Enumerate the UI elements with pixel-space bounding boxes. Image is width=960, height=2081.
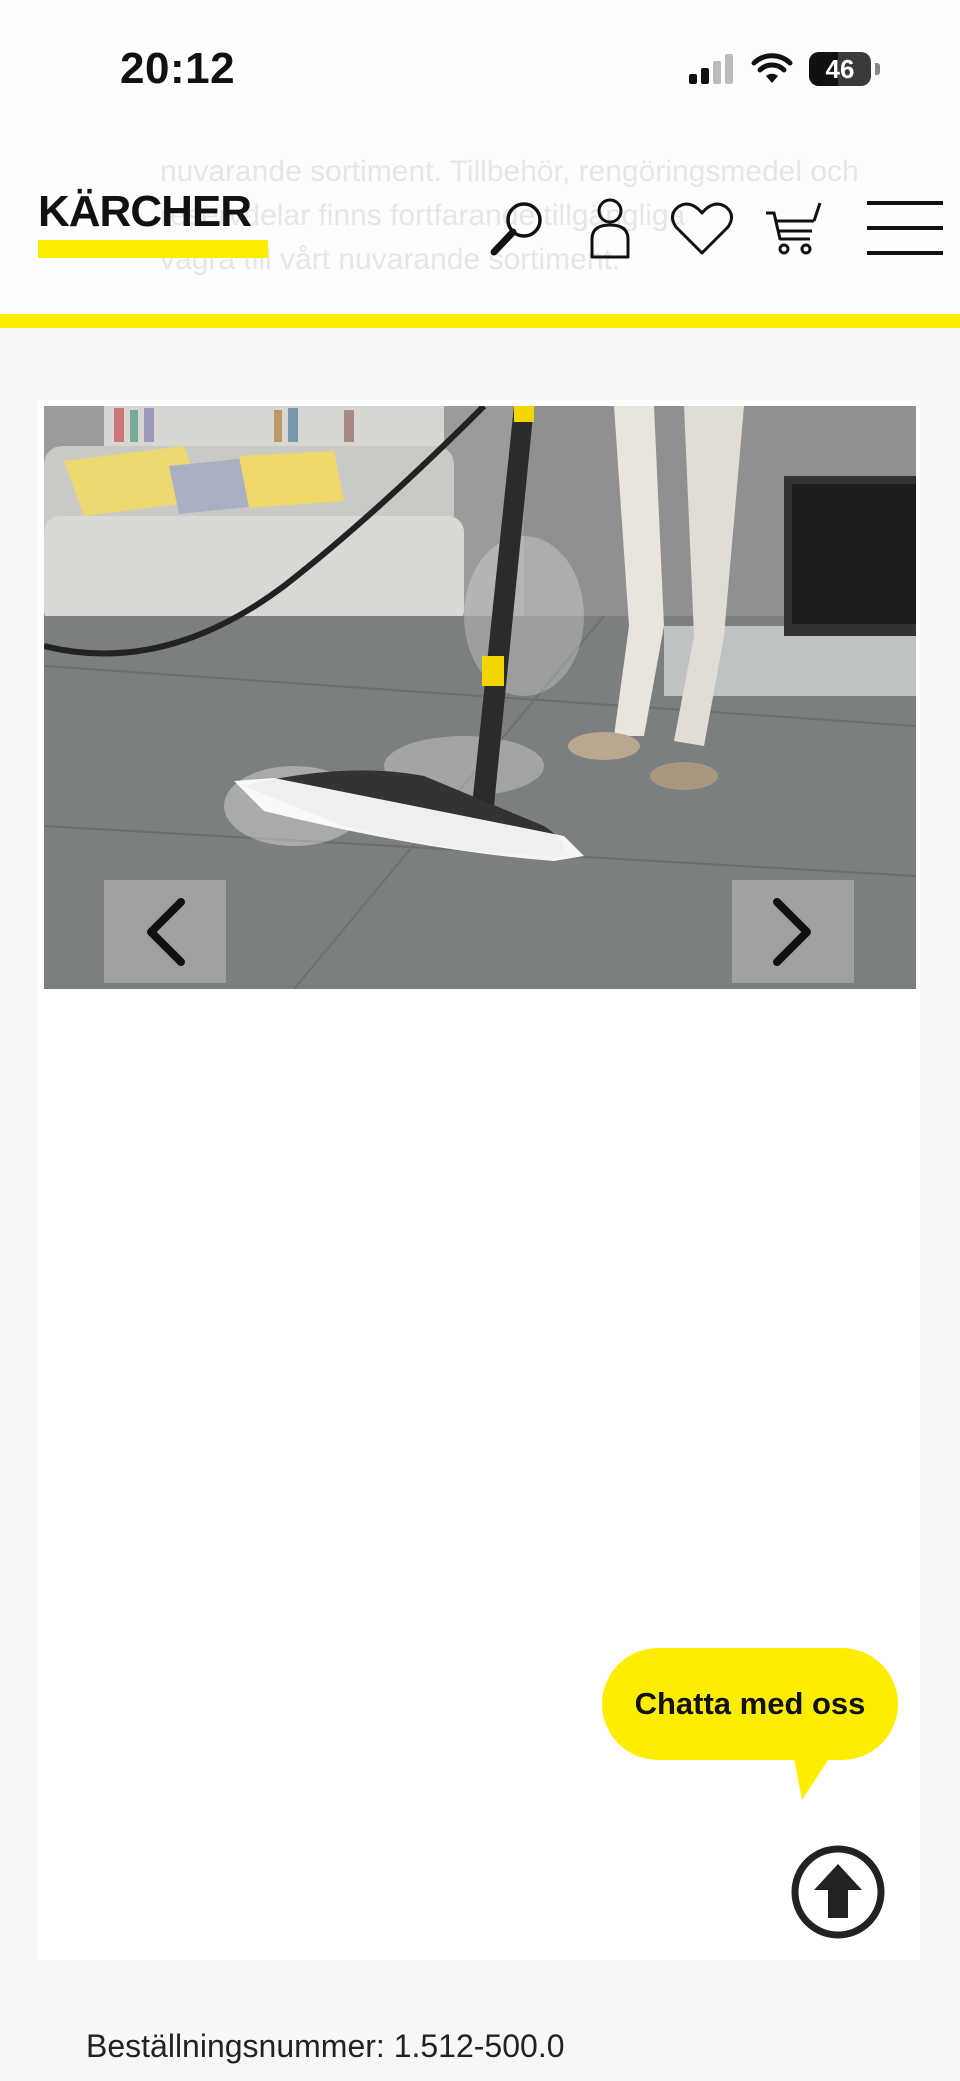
gallery-prev-button[interactable] — [104, 880, 226, 983]
logo-text: KÄRCHER — [38, 187, 252, 236]
site-header: nuvarande sortiment. Tillbehör, rengörin… — [0, 130, 960, 315]
search-button[interactable] — [472, 182, 564, 274]
hamburger-menu-icon — [867, 201, 943, 255]
chat-label: Chatta med oss — [634, 1686, 866, 1721]
logo-underline — [38, 240, 268, 258]
chat-bubble-tail — [792, 1748, 836, 1800]
user-icon — [590, 198, 630, 259]
heart-icon — [671, 202, 733, 255]
menu-button[interactable] — [850, 182, 960, 274]
search-icon — [490, 202, 542, 256]
scroll-to-top-button[interactable] — [790, 1844, 886, 1940]
cart-icon — [766, 202, 822, 255]
header-actions — [472, 182, 960, 274]
battery-tip — [875, 63, 880, 75]
chat-button[interactable]: Chatta med oss — [602, 1648, 898, 1800]
karcher-logo[interactable]: KÄRCHER — [38, 190, 270, 258]
chevron-left-icon — [147, 897, 185, 966]
chat-bubble: Chatta med oss — [602, 1648, 898, 1760]
battery-level: 46 — [825, 53, 855, 84]
wishlist-button[interactable] — [656, 182, 748, 274]
arrow-up-circle-icon — [791, 1845, 885, 1939]
cart-button[interactable] — [748, 182, 840, 274]
gallery-next-button[interactable] — [732, 880, 854, 983]
status-time: 20:12 — [120, 44, 236, 93]
account-button[interactable] — [564, 182, 656, 274]
header-yellow-divider — [0, 314, 960, 328]
battery-icon: 46 — [809, 52, 871, 86]
status-bar: 20:12 46 — [0, 0, 960, 130]
signal-icon — [689, 54, 733, 84]
chevron-right-icon — [773, 897, 811, 966]
status-icons: 46 — [689, 52, 880, 86]
order-number: Beställningsnummer: 1.512-500.0 — [86, 2028, 565, 2064]
wifi-icon — [751, 53, 793, 83]
